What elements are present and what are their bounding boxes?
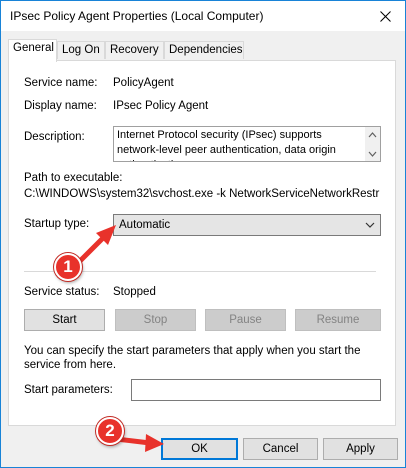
ok-button[interactable]: OK — [161, 438, 238, 460]
title-bar: IPsec Policy Agent Properties (Local Com… — [1, 1, 405, 31]
scroll-down-icon[interactable] — [365, 148, 380, 160]
general-panel: Service name: PolicyAgent Display name: … — [8, 60, 396, 426]
step-1-badge: 1 — [54, 253, 82, 281]
description-box[interactable]: Internet Protocol security (IPsec) suppo… — [113, 126, 381, 162]
service-status-value: Stopped — [113, 286, 156, 298]
close-button[interactable] — [365, 1, 405, 31]
window-title: IPsec Policy Agent Properties (Local Com… — [10, 9, 264, 23]
service-name-value: PolicyAgent — [113, 77, 174, 89]
properties-dialog: IPsec Policy Agent Properties (Local Com… — [0, 0, 406, 468]
cancel-button[interactable]: Cancel — [243, 438, 318, 460]
service-name-label: Service name: — [24, 77, 98, 89]
startup-type-select[interactable]: Automatic — [113, 214, 381, 236]
tab-label: Log On — [62, 44, 100, 56]
description-scrollbar[interactable] — [365, 127, 380, 161]
path-label: Path to executable: — [24, 172, 123, 184]
description-text: Internet Protocol security (IPsec) suppo… — [117, 129, 336, 161]
tab-dependencies[interactable]: Dependencies — [164, 41, 244, 59]
chevron-down-icon — [365, 222, 375, 228]
apply-button[interactable]: Apply — [323, 438, 398, 460]
tab-log-on[interactable]: Log On — [57, 41, 105, 59]
service-status-label: Service status: — [24, 286, 100, 298]
path-value: C:\WINDOWS\system32\svchost.exe -k Netwo… — [24, 188, 380, 200]
start-params-label: Start parameters: — [24, 384, 113, 396]
step-2-badge: 2 — [96, 417, 124, 445]
tab-label: Dependencies — [169, 44, 243, 56]
tab-label: Recovery — [110, 44, 159, 56]
display-name-value: IPsec Policy Agent — [113, 100, 209, 112]
startup-type-value: Automatic — [119, 219, 171, 231]
resume-button[interactable]: Resume — [295, 309, 381, 331]
display-name-label: Display name: — [24, 100, 97, 112]
scroll-up-icon[interactable] — [365, 129, 380, 141]
tab-recovery[interactable]: Recovery — [105, 41, 164, 59]
start-params-input[interactable] — [131, 379, 381, 401]
start-params-info: You can specify the start parameters tha… — [24, 345, 361, 371]
tab-general[interactable]: General — [8, 39, 57, 62]
close-icon — [379, 10, 391, 22]
tab-label: General — [13, 42, 54, 54]
pause-button[interactable]: Pause — [205, 309, 286, 331]
description-label: Description: — [24, 131, 85, 143]
stop-button[interactable]: Stop — [115, 309, 196, 331]
start-button[interactable]: Start — [24, 309, 105, 331]
